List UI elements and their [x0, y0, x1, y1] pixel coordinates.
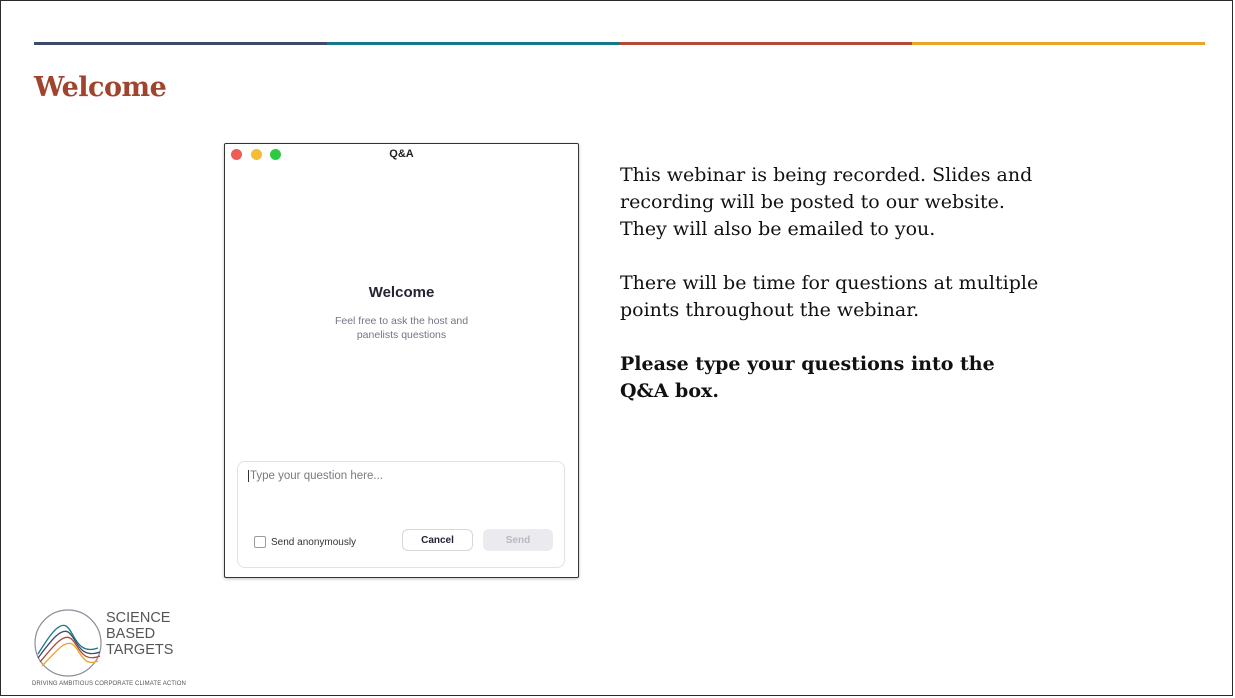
slide-body: This webinar is being recorded. Slides a… — [620, 162, 1040, 432]
slide-title: Welcome — [34, 72, 167, 103]
questions-notice: There will be time for questions at mult… — [620, 272, 1039, 321]
recording-notice: This webinar is being recorded. Slides a… — [620, 164, 1033, 240]
qa-welcome-heading: Welcome — [368, 284, 435, 301]
rule-segment-red — [619, 42, 913, 45]
qa-welcome-subtitle: Feel free to ask the host and panelists … — [334, 315, 469, 341]
rule-segment-gold — [912, 42, 1205, 45]
sbt-wordmark: SCIENCE BASED TARGETS — [106, 610, 173, 658]
question-input[interactable] — [248, 470, 550, 482]
send-anonymously-option[interactable]: Send anonymously — [254, 536, 356, 548]
top-color-rule — [34, 42, 1205, 45]
qa-window-title: Q&A — [389, 148, 414, 160]
send-anonymously-label: Send anonymously — [271, 536, 357, 548]
sbt-tagline: DRIVING AMBITIOUS CORPORATE CLIMATE ACTI… — [32, 681, 186, 687]
cancel-button[interactable]: Cancel — [402, 529, 473, 551]
qa-titlebar: Q&A — [225, 144, 578, 164]
qa-instruction: Please type your questions into the Q&A … — [620, 353, 995, 402]
sbt-logo: SCIENCE BASED TARGETS DRIVING AMBITIOUS … — [32, 608, 186, 690]
send-anonymously-checkbox[interactable] — [254, 536, 266, 548]
sbt-wordmark-line3: TARGETS — [106, 642, 174, 658]
sbt-wordmark-line1: SCIENCE — [106, 610, 171, 626]
sbt-logo-icon — [34, 609, 102, 677]
slide-frame — [0, 0, 1233, 696]
rule-segment-teal — [326, 42, 620, 45]
qa-window: Q&A Welcome Feel free to ask the host an… — [224, 143, 579, 578]
send-button[interactable]: Send — [483, 529, 553, 551]
question-compose-box: Send anonymously Cancel Send — [237, 461, 565, 568]
rule-segment-navy — [34, 42, 327, 45]
sbt-wordmark-line2: BASED — [106, 626, 156, 642]
